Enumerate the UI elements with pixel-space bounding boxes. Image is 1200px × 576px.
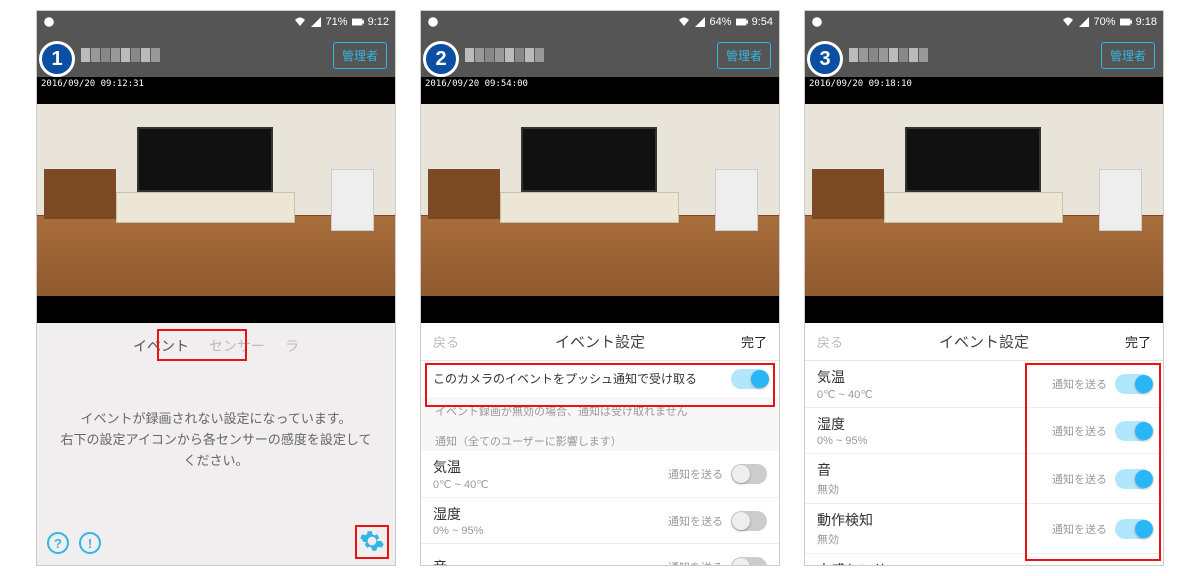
admin-button[interactable]: 管理者	[1101, 42, 1155, 69]
battery-text: 70%	[1094, 16, 1116, 28]
settings-nav: 戻る イベント設定 完了	[805, 323, 1163, 361]
signal-icon	[1078, 16, 1090, 28]
app-header: 1 管理者	[37, 33, 395, 77]
swirl-icon	[427, 16, 439, 28]
wifi-icon	[1062, 16, 1074, 28]
clock-text: 9:12	[368, 16, 389, 28]
battery-icon	[1120, 16, 1132, 28]
swirl-icon	[43, 16, 55, 28]
video-timestamp: 2016/09/20 09:18:10	[807, 79, 914, 89]
signal-icon	[310, 16, 322, 28]
step-badge: 3	[807, 41, 843, 77]
back-button[interactable]: 戻る	[433, 332, 459, 351]
camera-preview[interactable]: 2016/09/20 09:12:31	[37, 77, 395, 323]
row-temperature[interactable]: 気温0℃ ~ 40℃ 通知を送る	[421, 451, 779, 498]
app-header: 2 管理者	[421, 33, 779, 77]
highlight-push	[425, 363, 775, 407]
title-blur	[849, 48, 928, 62]
swirl-icon	[811, 16, 823, 28]
title-blur	[81, 48, 160, 62]
step-badge: 2	[423, 41, 459, 77]
status-bar: 71% 9:12	[37, 11, 395, 33]
empty-message: イベントが録画されない設定になっています。 右下の設定アイコンから各センサーの感…	[37, 363, 395, 471]
status-bar: 64% 9:54	[421, 11, 779, 33]
row-humidity[interactable]: 湿度0% ~ 95% 通知を送る	[421, 498, 779, 544]
help-icon[interactable]: ?	[47, 532, 69, 554]
video-timestamp: 2016/09/20 09:54:00	[423, 79, 530, 89]
row-sound[interactable]: 音 通知を送る	[421, 544, 779, 565]
tab-live[interactable]: ラ	[285, 336, 299, 356]
battery-text: 71%	[326, 16, 348, 28]
battery-text: 64%	[710, 16, 732, 28]
clock-text: 9:54	[752, 16, 773, 28]
lower-panel: イベント センサー ラ イベントが録画されない設定になっています。 右下の設定ア…	[37, 323, 395, 565]
lower-panel: 戻る イベント設定 完了 気温0℃ ~ 40℃ 通知を送る 湿度0% ~ 95%…	[805, 323, 1163, 565]
settings-title: イベント設定	[939, 331, 1029, 352]
info-icon[interactable]: !	[79, 532, 101, 554]
done-button[interactable]: 完了	[1125, 332, 1151, 351]
phone-screen-2: 64% 9:54 2 管理者 2016/09/20 09:54:00 戻る イベ…	[420, 10, 780, 566]
settings-nav: 戻る イベント設定 完了	[421, 323, 779, 361]
phone-screen-3: 70% 9:18 3 管理者 2016/09/20 09:18:10 戻る イベ…	[804, 10, 1164, 566]
phone-screen-1: 71% 9:12 1 管理者 2016/09/20 09:12:31 イベント …	[36, 10, 396, 566]
signal-icon	[694, 16, 706, 28]
clock-text: 9:18	[1136, 16, 1157, 28]
note-all-users: 通知（全てのユーザーに影響します）	[421, 421, 779, 451]
toggle-temperature[interactable]	[731, 464, 767, 484]
app-header: 3 管理者	[805, 33, 1163, 77]
done-button[interactable]: 完了	[741, 332, 767, 351]
wifi-icon	[294, 16, 306, 28]
highlight-tab	[157, 329, 247, 361]
highlight-toggles	[1025, 363, 1161, 561]
settings-title: イベント設定	[555, 331, 645, 352]
wifi-icon	[678, 16, 690, 28]
battery-icon	[352, 16, 364, 28]
status-bar: 70% 9:18	[805, 11, 1163, 33]
bottom-toolbar: ? !	[37, 521, 395, 565]
step-badge: 1	[39, 41, 75, 77]
back-button[interactable]: 戻る	[817, 332, 843, 351]
admin-button[interactable]: 管理者	[717, 42, 771, 69]
camera-preview[interactable]: 2016/09/20 09:18:10	[805, 77, 1163, 323]
admin-button[interactable]: 管理者	[333, 42, 387, 69]
toggle-humidity[interactable]	[731, 511, 767, 531]
lower-panel: 戻る イベント設定 完了 このカメラのイベントをプッシュ通知で受け取る イベント…	[421, 323, 779, 565]
battery-icon	[736, 16, 748, 28]
video-timestamp: 2016/09/20 09:12:31	[39, 79, 146, 89]
toggle-sound[interactable]	[731, 557, 767, 566]
highlight-gear	[355, 525, 389, 559]
title-blur	[465, 48, 544, 62]
camera-preview[interactable]: 2016/09/20 09:54:00	[421, 77, 779, 323]
